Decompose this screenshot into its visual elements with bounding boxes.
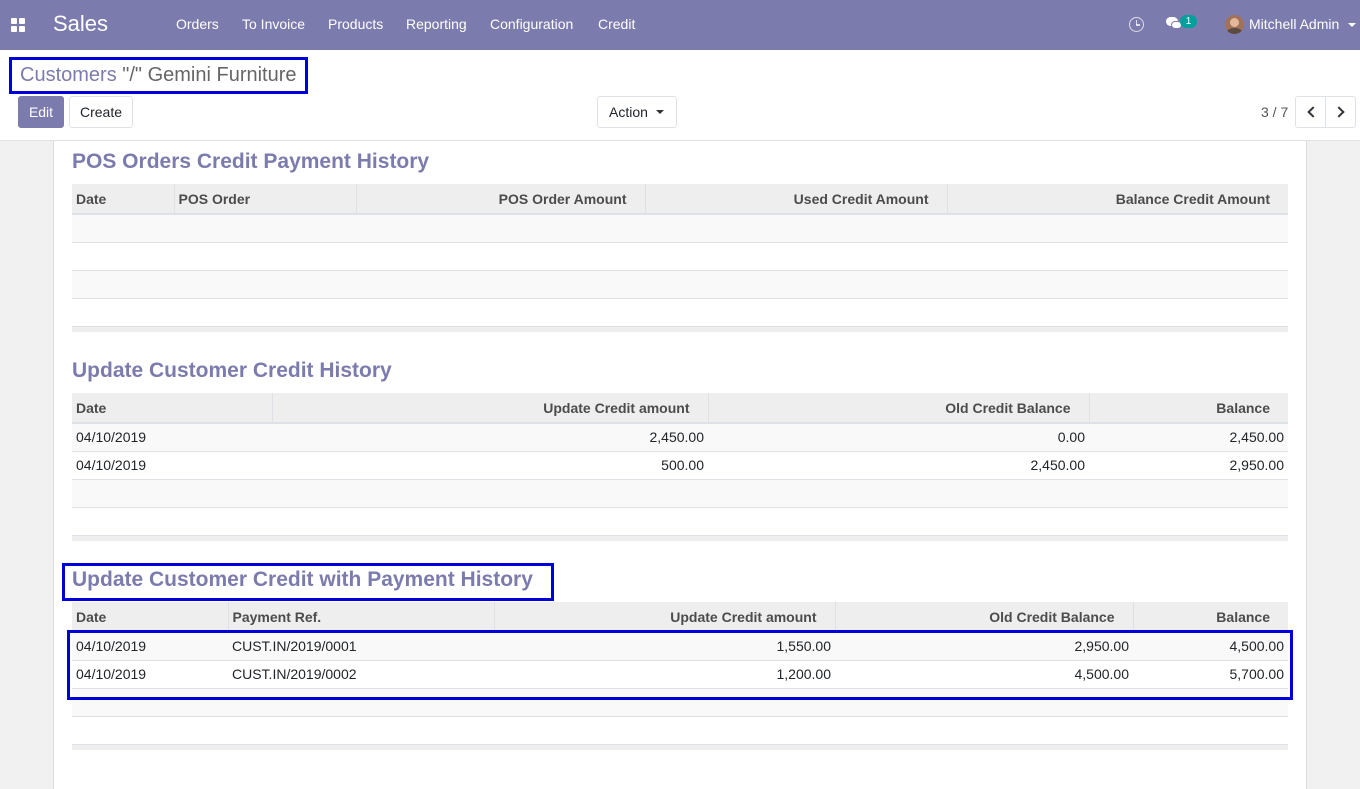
cell-old-balance: 0.00 bbox=[708, 422, 1089, 451]
app-name[interactable]: Sales bbox=[53, 11, 108, 37]
column-header[interactable]: Balance bbox=[1132, 602, 1288, 633]
chevron-down-icon bbox=[656, 110, 664, 114]
column-header[interactable]: Used Credit Amount bbox=[644, 184, 947, 215]
empty-row bbox=[72, 213, 1288, 242]
chevron-left-icon bbox=[1307, 106, 1319, 118]
column-header[interactable]: Update Credit amount bbox=[271, 393, 708, 424]
payment-history-title: Update Customer Credit with Payment Hist… bbox=[72, 568, 533, 591]
breadcrumb: Customers "/" Gemini Furniture bbox=[9, 57, 308, 94]
breadcrumb-current: Gemini Furniture bbox=[147, 64, 297, 86]
column-header[interactable]: POS Order Amount bbox=[355, 184, 645, 215]
user-avatar[interactable] bbox=[1225, 15, 1244, 34]
column-header[interactable]: Date bbox=[72, 602, 228, 633]
messages-badge: 1 bbox=[1180, 15, 1197, 28]
update-history-table: Date Update Credit amount Old Credit Bal… bbox=[72, 393, 1288, 541]
highlight-box bbox=[67, 630, 1293, 700]
pos-history-table: Date POS Order POS Order Amount Used Cre… bbox=[72, 184, 1288, 332]
user-menu[interactable]: Mitchell Admin bbox=[1249, 16, 1339, 32]
table-footer bbox=[72, 743, 1288, 750]
menu-reporting[interactable]: Reporting bbox=[406, 16, 467, 32]
action-dropdown[interactable]: Action bbox=[597, 96, 677, 128]
pos-history-title: POS Orders Credit Payment History bbox=[72, 150, 430, 173]
pager-value[interactable]: 3 / 7 bbox=[1261, 104, 1288, 120]
cell-date: 04/10/2019 bbox=[72, 422, 272, 451]
table-row[interactable]: 04/10/2019 2,450.00 0.00 2,450.00 bbox=[72, 422, 1288, 451]
empty-row bbox=[72, 297, 1288, 326]
menu-orders[interactable]: Orders bbox=[176, 16, 219, 32]
user-menu-caret-icon[interactable] bbox=[1348, 23, 1356, 27]
update-history-title: Update Customer Credit History bbox=[72, 359, 392, 382]
column-header[interactable]: POS Order bbox=[173, 184, 356, 215]
pager-next-button[interactable] bbox=[1325, 96, 1356, 128]
menu-products[interactable]: Products bbox=[328, 16, 383, 32]
top-navbar: Sales Orders To Invoice Products Reporti… bbox=[0, 0, 1360, 50]
table-footer bbox=[72, 534, 1288, 541]
column-header[interactable]: Date bbox=[72, 184, 174, 215]
activity-clock-icon[interactable] bbox=[1129, 17, 1144, 32]
edit-button[interactable]: Edit bbox=[18, 96, 64, 128]
create-button[interactable]: Create bbox=[69, 96, 133, 128]
table-footer bbox=[72, 325, 1288, 332]
column-header[interactable]: Date bbox=[72, 393, 272, 424]
column-header[interactable]: Payment Ref. bbox=[227, 602, 494, 633]
breadcrumb-customers-link[interactable]: Customers bbox=[20, 64, 117, 86]
pager-previous-button[interactable] bbox=[1295, 96, 1326, 128]
column-header[interactable]: Old Credit Balance bbox=[707, 393, 1089, 424]
menu-to-invoice[interactable]: To Invoice bbox=[242, 16, 305, 32]
chevron-right-icon bbox=[1333, 106, 1345, 118]
menu-credit[interactable]: Credit bbox=[598, 16, 635, 32]
column-header[interactable]: Old Credit Balance bbox=[834, 602, 1133, 633]
cell-balance: 2,450.00 bbox=[1089, 422, 1288, 451]
empty-row bbox=[72, 715, 1288, 744]
empty-row bbox=[72, 241, 1288, 270]
column-header[interactable]: Update Credit amount bbox=[493, 602, 835, 633]
empty-row bbox=[72, 506, 1288, 535]
column-header[interactable]: Balance Credit Amount bbox=[946, 184, 1288, 215]
action-label: Action bbox=[609, 104, 648, 120]
apps-menu-icon[interactable] bbox=[10, 17, 26, 33]
table-row[interactable]: 04/10/2019 500.00 2,450.00 2,950.00 bbox=[72, 450, 1288, 479]
menu-configuration[interactable]: Configuration bbox=[490, 16, 573, 32]
cell-date: 04/10/2019 bbox=[72, 450, 272, 479]
empty-row bbox=[72, 269, 1288, 298]
control-panel: Customers "/" Gemini Furniture Edit Crea… bbox=[0, 50, 1360, 141]
cell-update-credit: 500.00 bbox=[272, 450, 708, 479]
cell-balance: 2,950.00 bbox=[1089, 450, 1288, 479]
column-header[interactable]: Balance bbox=[1088, 393, 1288, 424]
cell-update-credit: 2,450.00 bbox=[272, 422, 708, 451]
form-sheet: POS Orders Credit Payment History Date P… bbox=[53, 141, 1307, 789]
empty-row bbox=[72, 478, 1288, 507]
breadcrumb-separator: "/" bbox=[116, 64, 148, 86]
cell-old-balance: 2,450.00 bbox=[708, 450, 1089, 479]
